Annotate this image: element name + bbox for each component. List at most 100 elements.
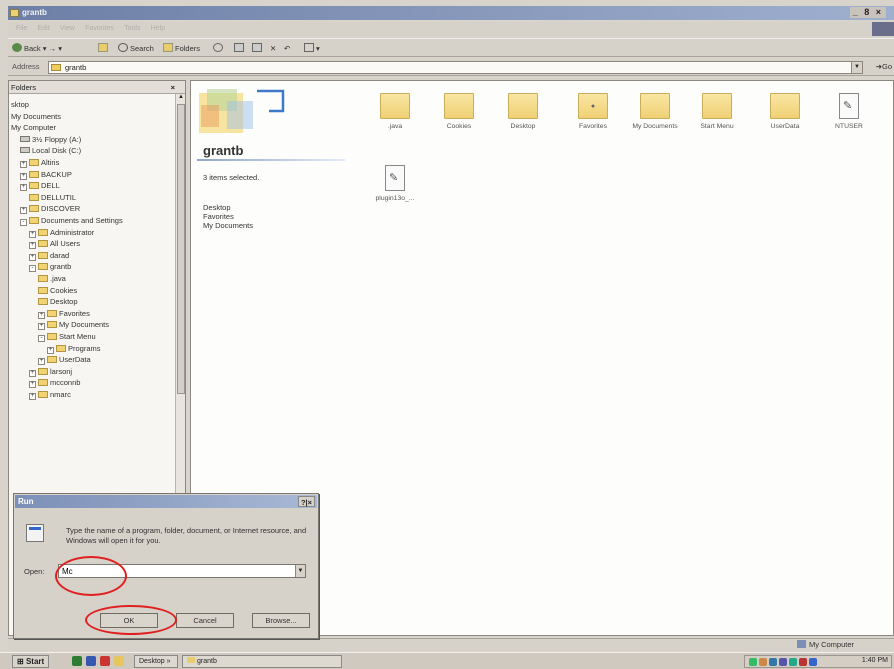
tree-item[interactable]: + All Users [29, 238, 80, 250]
menu-edit[interactable]: Edit [38, 22, 50, 36]
menu-tools[interactable]: Tools [124, 22, 140, 36]
tree-item[interactable]: + BACKUP [20, 169, 72, 180]
tree-item[interactable]: .java [38, 273, 66, 284]
window-controls[interactable]: _ 8 × [849, 7, 886, 18]
copy-to-button[interactable] [252, 42, 264, 55]
cancel-button[interactable]: Cancel [176, 613, 234, 628]
tray-network-icon[interactable] [749, 658, 757, 666]
tree-item[interactable]: 3½ Floppy (A:) [20, 134, 81, 145]
tree-item[interactable]: + Altiris [20, 157, 59, 168]
tree-item[interactable]: + Administrator [29, 227, 94, 238]
undo-button[interactable]: ↶ [284, 42, 290, 55]
expand-icon[interactable]: + [29, 253, 36, 261]
task-desktop[interactable]: Desktop » [134, 655, 178, 668]
browse-button[interactable]: Browse... [252, 613, 310, 628]
expand-icon[interactable]: + [29, 230, 36, 238]
window-titlebar[interactable]: grantb _ 8 × [8, 6, 894, 20]
tray-sync-icon[interactable] [789, 658, 797, 666]
tray-user-icon[interactable] [809, 658, 817, 666]
quicklaunch-ie-icon[interactable] [86, 656, 96, 666]
collapse-icon[interactable]: - [29, 265, 36, 273]
start-button[interactable]: ⊞ Start [12, 655, 50, 668]
file-item[interactable]: .java [367, 93, 423, 130]
file-item[interactable]: Favorites [565, 93, 621, 130]
file-item[interactable]: plugin13o_... [367, 165, 423, 202]
ok-button[interactable]: OK [100, 613, 158, 628]
tray-volume-icon[interactable] [759, 658, 767, 666]
tree-item[interactable]: + nmarc [29, 389, 71, 400]
expand-icon[interactable]: + [29, 381, 36, 389]
address-field[interactable]: grantb ▼ [48, 61, 863, 74]
quicklaunch-desktop-icon[interactable] [72, 656, 82, 666]
history-button[interactable] [213, 42, 225, 55]
expand-icon[interactable]: + [20, 161, 27, 168]
folders-header: Folders × [9, 81, 185, 94]
folders-button[interactable]: Folders [163, 42, 200, 55]
expand-icon[interactable]: + [20, 207, 27, 215]
tree-item[interactable]: Local Disk (C:) [20, 145, 81, 156]
tray-monitor-icon[interactable] [779, 658, 787, 666]
tree-item[interactable]: My Documents [11, 111, 61, 122]
expand-icon[interactable]: + [47, 346, 54, 354]
tree-item[interactable]: + Programs [47, 343, 101, 354]
task-grantb[interactable]: grantb [182, 655, 342, 668]
tree-item[interactable]: + DELL [20, 180, 60, 192]
file-item[interactable]: Cookies [431, 93, 487, 130]
run-titlebar[interactable]: Run ?|× [15, 495, 317, 508]
quicklaunch-folder-icon[interactable] [114, 656, 124, 666]
collapse-icon[interactable]: - [20, 219, 27, 226]
views-button[interactable]: ▾ [304, 42, 320, 55]
tray-shield-icon[interactable] [769, 658, 777, 666]
menu-view[interactable]: View [60, 22, 75, 36]
close-icon[interactable]: × [171, 81, 175, 94]
file-item[interactable]: My Documents [627, 93, 683, 130]
expand-icon[interactable]: + [38, 311, 45, 319]
menu-help[interactable]: Help [151, 22, 165, 36]
search-button[interactable]: Search [118, 42, 154, 55]
file-item[interactable]: UserData [757, 93, 813, 130]
tree-item[interactable]: + larsonj [29, 366, 72, 377]
tree-item[interactable]: + DISCOVER [20, 203, 80, 215]
tree-item[interactable]: DELLUTIL [29, 192, 76, 203]
tree-item[interactable]: - Documents and Settings [20, 215, 123, 226]
go-button[interactable]: ➜Go [876, 62, 892, 71]
tree-item[interactable]: My Computer [11, 122, 56, 133]
expand-icon[interactable]: + [38, 323, 45, 331]
up-folder-button[interactable] [98, 42, 110, 55]
expand-icon[interactable]: + [29, 393, 36, 400]
tree-item[interactable]: - Start Menu [38, 331, 96, 342]
quicklaunch-media-icon[interactable] [100, 656, 110, 666]
move-to-button[interactable] [234, 42, 246, 55]
collapse-icon[interactable]: - [38, 335, 45, 342]
scroll-thumb[interactable] [177, 104, 185, 394]
document-icon [839, 93, 859, 119]
open-input[interactable] [58, 564, 306, 578]
back-button[interactable]: Back ▾ → ▾ [12, 42, 62, 55]
tray-alert-icon[interactable] [799, 658, 807, 666]
expand-icon[interactable]: + [20, 184, 27, 192]
expand-icon[interactable]: + [20, 172, 27, 180]
favorites-folder-icon [578, 93, 608, 119]
tree-item[interactable]: + UserData [38, 354, 91, 366]
run-title-controls[interactable]: ?|× [297, 496, 315, 507]
scroll-up-icon[interactable]: ▲ [177, 94, 185, 103]
tree-item[interactable]: + Favorites [38, 308, 90, 319]
expand-icon[interactable]: + [29, 369, 36, 377]
tree-item[interactable]: - grantb [29, 261, 71, 273]
expand-icon[interactable]: + [29, 242, 36, 250]
chevron-down-icon[interactable]: ▼ [851, 62, 862, 73]
tree-item[interactable]: sktop [11, 99, 29, 110]
tree-item[interactable]: + darad [29, 250, 69, 261]
file-item[interactable]: Start Menu [689, 93, 745, 130]
expand-icon[interactable]: + [38, 358, 45, 366]
chevron-down-icon[interactable]: ▼ [295, 565, 305, 577]
menu-file[interactable]: File [16, 22, 27, 36]
tree-item[interactable]: + mcconnb [29, 377, 80, 389]
tree-item[interactable]: + My Documents [38, 319, 109, 331]
menu-favorites[interactable]: Favorites [85, 22, 114, 36]
tree-item[interactable]: Cookies [38, 285, 77, 296]
delete-button[interactable]: ✕ [270, 42, 276, 55]
file-item[interactable]: Desktop [495, 93, 551, 130]
tree-item[interactable]: Desktop [38, 296, 78, 307]
file-item[interactable]: NTUSER [821, 93, 877, 130]
